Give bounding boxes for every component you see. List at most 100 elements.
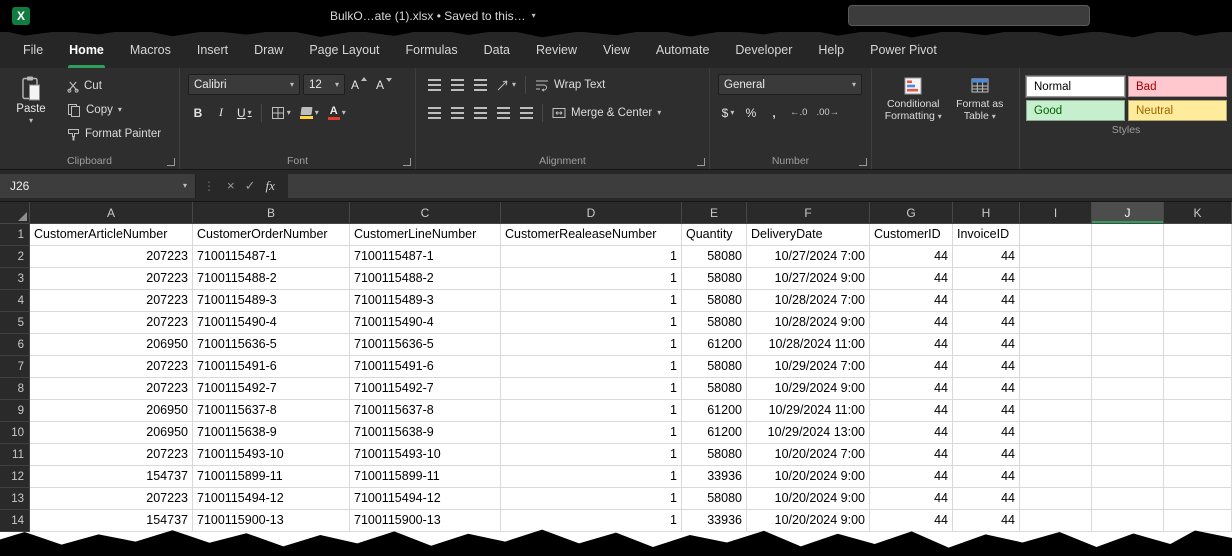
insert-function-icon[interactable]: fx [266, 178, 275, 194]
cell-G12[interactable]: 44 [870, 466, 953, 488]
cell-B10[interactable]: 7100115638-9 [193, 422, 350, 444]
cell-A2[interactable]: 207223 [30, 246, 193, 268]
cell-E7[interactable]: 58080 [682, 356, 747, 378]
cell-F5[interactable]: 10/28/2024 9:00 [747, 312, 870, 334]
cell-K7[interactable] [1164, 356, 1232, 378]
cell-K6[interactable] [1164, 334, 1232, 356]
cell-J10[interactable] [1092, 422, 1164, 444]
cell-K4[interactable] [1164, 290, 1232, 312]
cell-A12[interactable]: 154737 [30, 466, 193, 488]
clipboard-dialog-launcher-icon[interactable] [167, 158, 175, 166]
cell-D10[interactable]: 1 [501, 422, 682, 444]
cell-D2[interactable]: 1 [501, 246, 682, 268]
row-header-1[interactable]: 1 [0, 224, 30, 246]
cell-G6[interactable]: 44 [870, 334, 953, 356]
merge-center-button[interactable]: Merge & Center ▾ [549, 103, 664, 123]
cell-I2[interactable] [1020, 246, 1092, 268]
cell-A9[interactable]: 206950 [30, 400, 193, 422]
cell-A13[interactable]: 207223 [30, 488, 193, 510]
cell-D14[interactable]: 1 [501, 510, 682, 532]
cell-K9[interactable] [1164, 400, 1232, 422]
cell-style-bad[interactable]: Bad [1128, 76, 1227, 97]
increase-indent-button[interactable] [516, 102, 536, 123]
chevron-down-icon[interactable]: ▾ [532, 12, 536, 20]
cell-K12[interactable] [1164, 466, 1232, 488]
number-format-select[interactable]: General ▾ [718, 74, 862, 95]
cell-K1[interactable] [1164, 224, 1232, 246]
cell-E4[interactable]: 58080 [682, 290, 747, 312]
cell-A5[interactable]: 207223 [30, 312, 193, 334]
tab-data[interactable]: Data [471, 32, 523, 68]
cell-E11[interactable]: 58080 [682, 444, 747, 466]
cell-J6[interactable] [1092, 334, 1164, 356]
row-header-7[interactable]: 7 [0, 356, 30, 378]
cell-G7[interactable]: 44 [870, 356, 953, 378]
column-header-B[interactable]: B [193, 202, 350, 224]
cell-G8[interactable]: 44 [870, 378, 953, 400]
paste-button[interactable]: Paste ▾ [8, 74, 54, 152]
cell-K2[interactable] [1164, 246, 1232, 268]
cell-D5[interactable]: 1 [501, 312, 682, 334]
cell-F8[interactable]: 10/29/2024 9:00 [747, 378, 870, 400]
cell-C10[interactable]: 7100115638-9 [350, 422, 501, 444]
align-left-button[interactable] [424, 102, 444, 123]
cancel-icon[interactable]: × [227, 178, 235, 193]
cell-K10[interactable] [1164, 422, 1232, 444]
cell-G3[interactable]: 44 [870, 268, 953, 290]
cell-K14[interactable] [1164, 510, 1232, 532]
font-family-select[interactable]: Calibri ▾ [188, 74, 300, 95]
decrease-decimal-button[interactable]: .00→ [813, 102, 842, 123]
cell-B3[interactable]: 7100115488-2 [193, 268, 350, 290]
cell-E5[interactable]: 58080 [682, 312, 747, 334]
cell-B13[interactable]: 7100115494-12 [193, 488, 350, 510]
cell-A7[interactable]: 207223 [30, 356, 193, 378]
cell-G2[interactable]: 44 [870, 246, 953, 268]
tab-insert[interactable]: Insert [184, 32, 241, 68]
fill-color-button[interactable]: ▾ [297, 102, 322, 123]
copy-button[interactable]: Copy ▾ [64, 100, 164, 120]
cell-G1[interactable]: CustomerID [870, 224, 953, 246]
cell-J14[interactable] [1092, 510, 1164, 532]
bottom-align-button[interactable] [470, 74, 490, 95]
cell-A1[interactable]: CustomerArticleNumber [30, 224, 193, 246]
cell-B8[interactable]: 7100115492-7 [193, 378, 350, 400]
cell-I11[interactable] [1020, 444, 1092, 466]
select-all-button[interactable] [0, 202, 30, 224]
increase-decimal-button[interactable]: ←.0 [787, 102, 810, 123]
font-color-button[interactable]: A ▾ [325, 102, 349, 123]
percent-style-button[interactable]: % [741, 102, 761, 123]
cell-F9[interactable]: 10/29/2024 11:00 [747, 400, 870, 422]
increase-font-size-button[interactable]: A [348, 74, 370, 95]
cell-F12[interactable]: 10/20/2024 9:00 [747, 466, 870, 488]
row-header-4[interactable]: 4 [0, 290, 30, 312]
bold-button[interactable]: B [188, 102, 208, 123]
cell-C1[interactable]: CustomerLineNumber [350, 224, 501, 246]
cell-I14[interactable] [1020, 510, 1092, 532]
number-dialog-launcher-icon[interactable] [859, 158, 867, 166]
cell-I5[interactable] [1020, 312, 1092, 334]
cell-I8[interactable] [1020, 378, 1092, 400]
cell-H4[interactable]: 44 [953, 290, 1020, 312]
middle-align-button[interactable] [447, 74, 467, 95]
cell-D11[interactable]: 1 [501, 444, 682, 466]
tab-draw[interactable]: Draw [241, 32, 296, 68]
column-header-G[interactable]: G [870, 202, 953, 224]
cell-F10[interactable]: 10/29/2024 13:00 [747, 422, 870, 444]
cell-H3[interactable]: 44 [953, 268, 1020, 290]
cell-F4[interactable]: 10/28/2024 7:00 [747, 290, 870, 312]
column-header-E[interactable]: E [682, 202, 747, 224]
cell-F13[interactable]: 10/20/2024 9:00 [747, 488, 870, 510]
cell-H7[interactable]: 44 [953, 356, 1020, 378]
cell-I9[interactable] [1020, 400, 1092, 422]
cell-G9[interactable]: 44 [870, 400, 953, 422]
excel-logo-icon[interactable]: X [12, 7, 30, 25]
cut-button[interactable]: Cut [64, 76, 164, 96]
cell-D9[interactable]: 1 [501, 400, 682, 422]
italic-button[interactable]: I [211, 102, 231, 123]
tab-page-layout[interactable]: Page Layout [296, 32, 392, 68]
wrap-text-button[interactable]: Wrap Text [532, 75, 608, 95]
column-header-K[interactable]: K [1164, 202, 1232, 224]
align-center-button[interactable] [447, 102, 467, 123]
search-box[interactable] [848, 5, 1090, 26]
cell-C3[interactable]: 7100115488-2 [350, 268, 501, 290]
